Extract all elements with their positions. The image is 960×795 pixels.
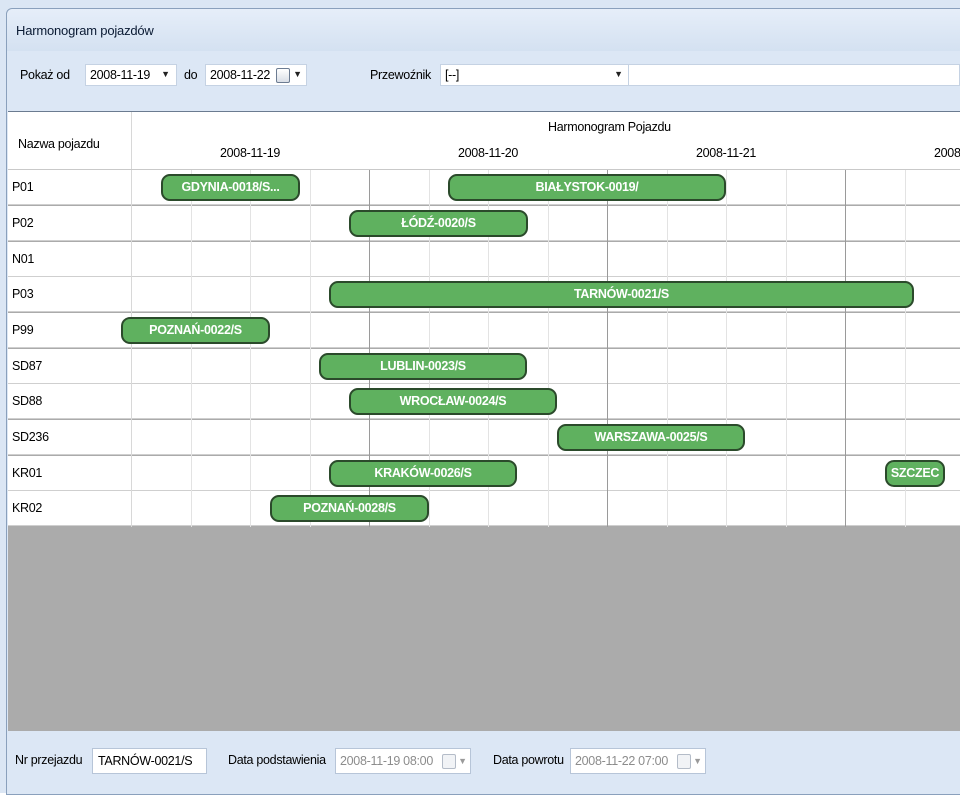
timeline-gridline [548, 170, 549, 527]
filter-input[interactable] [628, 64, 960, 86]
chevron-down-icon[interactable]: ▼ [161, 69, 170, 79]
window-title: Harmonogram pojazdów [16, 23, 154, 38]
vehicle-name: P02 [12, 216, 34, 230]
calendar-icon[interactable] [276, 68, 290, 83]
trip-details-panel: Nr przejazdu TARNÓW-0021/S Data podstawi… [7, 731, 960, 793]
vehicle-schedule-window: Harmonogram pojazdów Pokaż od 2008-11-19… [0, 0, 960, 795]
to-date-label: do [184, 68, 198, 82]
vehicle-name: P03 [12, 287, 34, 301]
date-header-1: 2008-11-19 [220, 146, 281, 160]
schedule-grid: Nazwa pojazdu Harmonogram Pojazdu 2008-1… [8, 111, 960, 732]
date-header-2: 2008-11-20 [458, 146, 519, 160]
table-row[interactable]: KR02 [8, 491, 960, 526]
vehicle-name: P01 [12, 180, 34, 194]
schedule-title: Harmonogram Pojazdu [548, 120, 671, 134]
vehicle-name: N01 [12, 252, 35, 266]
title-bar: Harmonogram pojazdów [7, 9, 960, 51]
from-date-label: Pokaż od [20, 68, 70, 82]
timeline-gridline [667, 170, 668, 527]
schedule-bar[interactable]: POZNAŃ-0022/S [121, 317, 270, 344]
timeline-gridline [726, 170, 727, 527]
table-row[interactable]: N01 [8, 242, 960, 277]
schedule-bar[interactable]: WARSZAWA-0025/S [557, 424, 745, 451]
timeline-gridline [786, 170, 787, 527]
vehicle-name-column-header[interactable]: Nazwa pojazdu [8, 112, 132, 169]
from-date-picker[interactable]: 2008-11-19 ▼ [85, 64, 177, 86]
trip-number-label: Nr przejazdu [15, 753, 83, 767]
chevron-down-icon[interactable]: ▼ [693, 756, 702, 766]
carrier-label: Przewoźnik [370, 68, 431, 82]
carrier-select[interactable]: [--] ▼ [440, 64, 630, 86]
timeline-gridline [250, 170, 251, 527]
start-date-picker[interactable]: 2008-11-19 08:00 ▼ [335, 748, 471, 774]
chevron-down-icon[interactable]: ▼ [614, 69, 623, 79]
vehicle-name: SD87 [12, 359, 43, 373]
schedule-bar[interactable]: KRAKÓW-0026/S [329, 460, 517, 487]
to-date-value: 2008-11-22 [210, 68, 271, 82]
return-date-value: 2008-11-22 07:00 [575, 754, 668, 768]
schedule-bar[interactable]: ŁÓDŹ-0020/S [349, 210, 528, 237]
trip-number-value: TARNÓW-0021/S [98, 754, 193, 768]
schedule-bar[interactable]: BIAŁYSTOK-0019/ [448, 174, 726, 201]
timeline-gridline [607, 170, 608, 527]
date-header-4: 2008- [934, 146, 960, 160]
chevron-down-icon[interactable]: ▼ [293, 69, 302, 79]
chevron-down-icon[interactable]: ▼ [458, 756, 467, 766]
vehicle-name-header-label: Nazwa pojazdu [18, 137, 100, 151]
schedule-bar[interactable]: POZNAŃ-0028/S [270, 495, 429, 522]
return-date-picker[interactable]: 2008-11-22 07:00 ▼ [570, 748, 706, 774]
table-row[interactable]: SD236 [8, 420, 960, 455]
schedule-bar[interactable]: SZCZEC [885, 460, 945, 487]
timeline-gridline [191, 170, 192, 527]
trip-number-field[interactable]: TARNÓW-0021/S [92, 748, 207, 774]
return-date-label: Data powrotu [493, 753, 564, 767]
schedule-bar[interactable]: TARNÓW-0021/S [329, 281, 914, 308]
start-date-value: 2008-11-19 08:00 [340, 754, 433, 768]
calendar-icon[interactable] [677, 754, 691, 769]
filter-toolbar: Pokaż od 2008-11-19 ▼ do 2008-11-22 ▼ Pr… [7, 51, 960, 107]
schedule-bar[interactable]: LUBLIN-0023/S [319, 353, 527, 380]
timeline-gridline [310, 170, 311, 527]
to-date-picker[interactable]: 2008-11-22 ▼ [205, 64, 307, 86]
schedule-bar[interactable]: GDYNIA-0018/S... [161, 174, 300, 201]
schedule-bar[interactable]: WROCŁAW-0024/S [349, 388, 557, 415]
calendar-icon[interactable] [442, 754, 456, 769]
schedule-header: Nazwa pojazdu Harmonogram Pojazdu 2008-1… [8, 112, 960, 170]
vehicle-name: KR01 [12, 466, 43, 480]
vehicle-name: P99 [12, 323, 34, 337]
name-column-divider [131, 170, 132, 527]
timeline-gridline [845, 170, 846, 527]
from-date-value: 2008-11-19 [90, 68, 151, 82]
start-date-label: Data podstawienia [228, 753, 326, 767]
vehicle-name: SD88 [12, 394, 43, 408]
carrier-value: [--] [445, 68, 460, 82]
vehicle-name: KR02 [12, 501, 43, 515]
vehicle-name: SD236 [12, 430, 49, 444]
date-header-3: 2008-11-21 [696, 146, 757, 160]
